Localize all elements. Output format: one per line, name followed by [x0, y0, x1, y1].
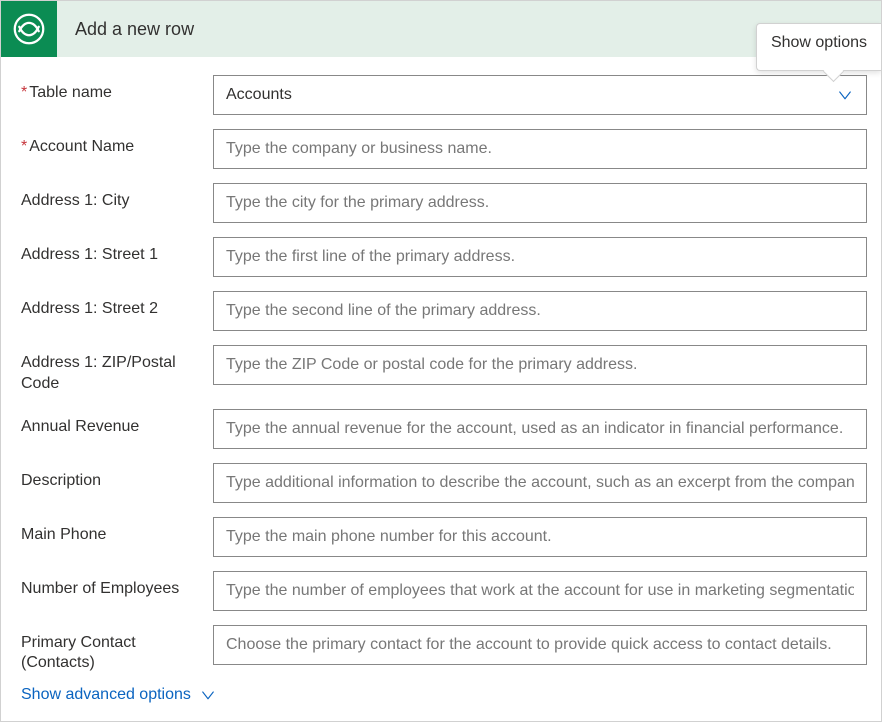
- dialog-header: Add a new row: [1, 1, 881, 57]
- label-main-phone: Main Phone: [21, 517, 213, 546]
- dataverse-icon: [1, 1, 57, 57]
- show-advanced-options-label: Show advanced options: [21, 686, 191, 704]
- row-description: Description: [21, 463, 867, 503]
- label-account-name: *Account Name: [21, 129, 213, 158]
- address1-street1-input[interactable]: [213, 237, 867, 277]
- row-num-employees: Number of Employees: [21, 571, 867, 611]
- address1-street2-input[interactable]: [213, 291, 867, 331]
- row-account-name: *Account Name: [21, 129, 867, 169]
- primary-contact-input[interactable]: [213, 625, 867, 665]
- row-address1-zip: Address 1: ZIP/Postal Code: [21, 345, 867, 395]
- description-input[interactable]: [213, 463, 867, 503]
- label-address1-street1: Address 1: Street 1: [21, 237, 213, 266]
- main-phone-input[interactable]: [213, 517, 867, 557]
- label-description: Description: [21, 463, 213, 492]
- row-main-phone: Main Phone: [21, 517, 867, 557]
- num-employees-input[interactable]: [213, 571, 867, 611]
- label-address1-zip: Address 1: ZIP/Postal Code: [21, 345, 213, 395]
- row-primary-contact: Primary Contact (Contacts): [21, 625, 867, 675]
- label-table-name: *Table name: [21, 75, 213, 104]
- address1-zip-input[interactable]: [213, 345, 867, 385]
- row-address1-street2: Address 1: Street 2: [21, 291, 867, 331]
- chevron-down-icon: [836, 86, 854, 104]
- table-name-value: Accounts: [226, 86, 292, 104]
- row-table-name: *Table name Accounts: [21, 75, 867, 115]
- annual-revenue-input[interactable]: [213, 409, 867, 449]
- row-address1-city: Address 1: City: [21, 183, 867, 223]
- dialog-title: Add a new row: [57, 19, 194, 40]
- label-primary-contact: Primary Contact (Contacts): [21, 625, 213, 675]
- row-address1-street1: Address 1: Street 1: [21, 237, 867, 277]
- required-mark: *: [21, 84, 27, 101]
- dialog-add-new-row: Add a new row Show options *Table name A…: [0, 0, 882, 722]
- label-address1-street2: Address 1: Street 2: [21, 291, 213, 320]
- show-options-tooltip[interactable]: Show options: [756, 23, 881, 71]
- address1-city-input[interactable]: [213, 183, 867, 223]
- row-annual-revenue: Annual Revenue: [21, 409, 867, 449]
- label-annual-revenue: Annual Revenue: [21, 409, 213, 438]
- label-num-employees: Number of Employees: [21, 571, 213, 600]
- required-mark: *: [21, 138, 27, 155]
- chevron-down-icon: [199, 686, 217, 704]
- label-address1-city: Address 1: City: [21, 183, 213, 212]
- account-name-input[interactable]: [213, 129, 867, 169]
- show-options-label: Show options: [771, 34, 867, 51]
- show-advanced-options-link[interactable]: Show advanced options: [21, 684, 217, 718]
- form-body: *Table name Accounts *Account Name: [1, 57, 881, 718]
- table-name-select[interactable]: Accounts: [213, 75, 867, 115]
